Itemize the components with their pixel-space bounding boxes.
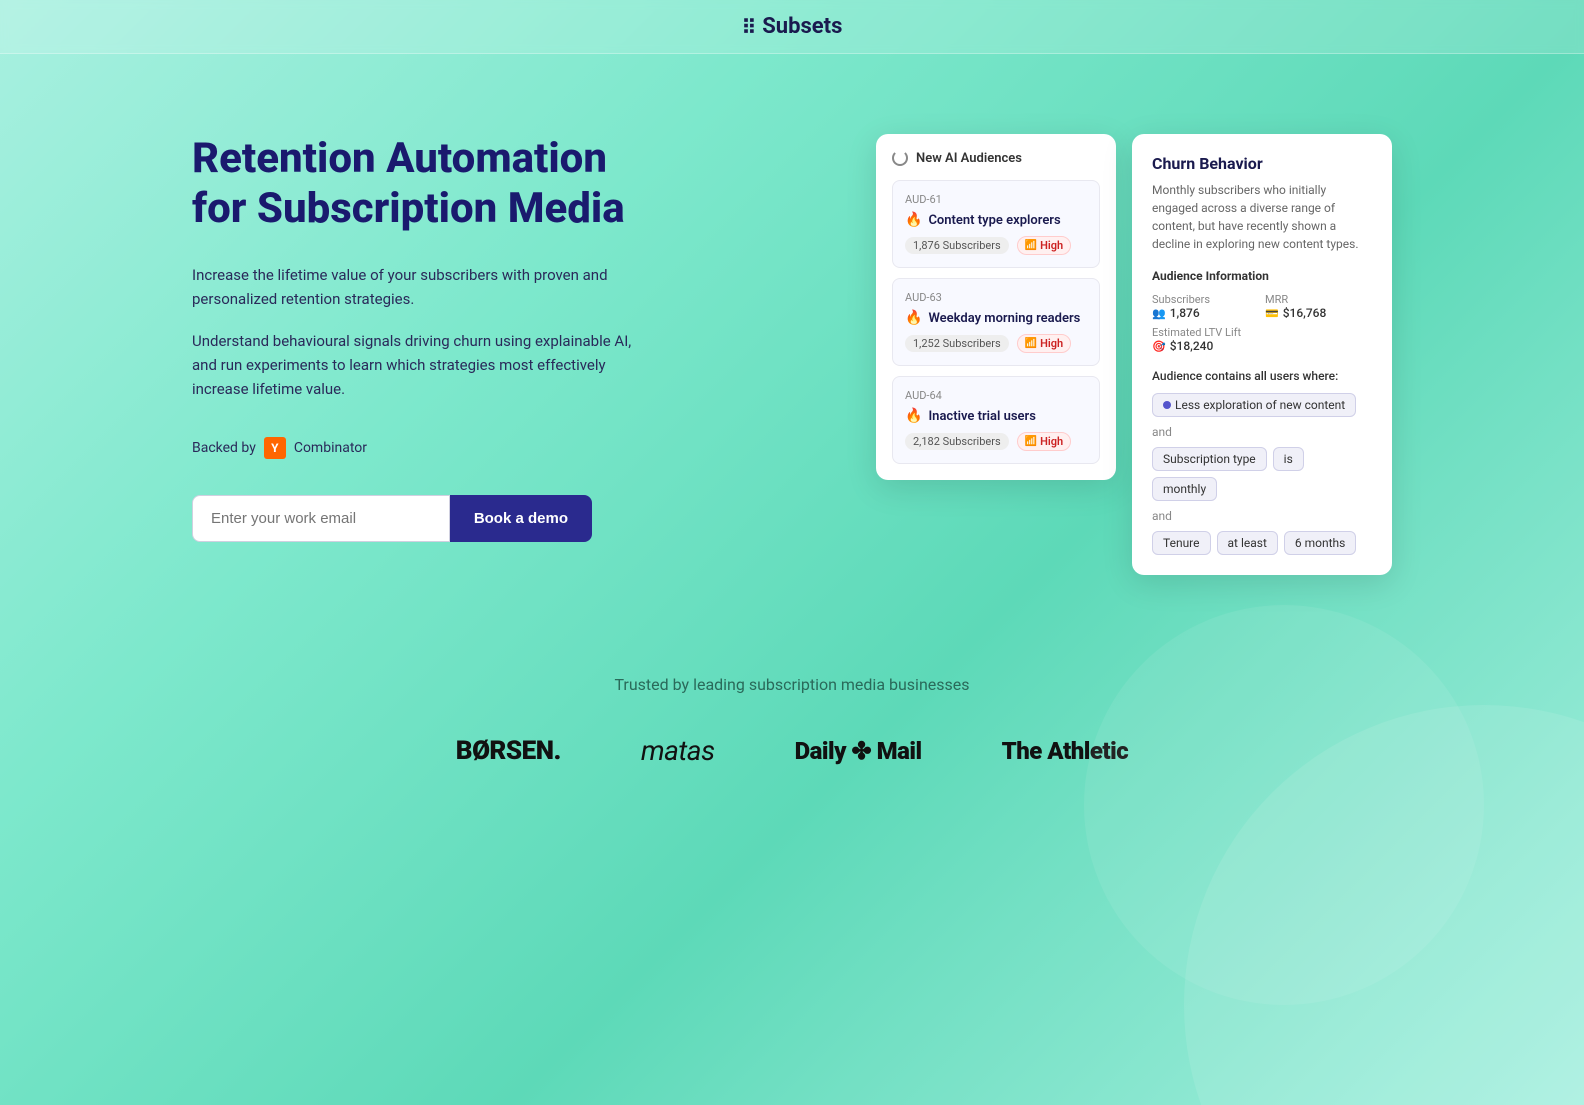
hero-title: Retention Automation for Subscription Me… [192,134,652,235]
trusted-title: Trusted by leading subscription media bu… [0,675,1584,694]
email-form: Book a demo [192,495,592,542]
is-tag: is [1273,447,1304,471]
churn-title: Churn Behavior [1152,154,1372,173]
filter-chip-text: Less exploration of new content [1175,398,1345,412]
at-least-tag: at least [1217,531,1278,555]
audience-panel: New AI Audiences AUD-61 🔥 Content type e… [876,134,1116,480]
monthly-tag: monthly [1152,477,1217,501]
logo[interactable]: ⠿ Subsets [742,14,843,39]
audience-panel-title: New AI Audiences [916,151,1022,166]
info-label-mrr: MRR 💳 $16,768 [1265,293,1372,320]
subscribers-badge-2: 1,252 Subscribers [905,335,1009,352]
signal-icon-1: 📶 [1025,240,1037,251]
daily-mail-logo: Daily ✤ Mail [795,737,922,765]
audience-card-2[interactable]: AUD-63 🔥 Weekday morning readers 1,252 S… [892,278,1100,366]
audience-card-1[interactable]: AUD-61 🔥 Content type explorers 1,876 Su… [892,180,1100,268]
trusted-section: Trusted by leading subscription media bu… [0,635,1584,787]
ltv-value: $18,240 [1170,339,1214,353]
ltv-icon: 🎯 [1152,340,1166,353]
and-connector-2: and [1152,509,1372,523]
logos-row: BØRSEN. matas Daily ✤ Mail The Athletic [0,734,1584,767]
months-tag: 6 months [1284,531,1356,555]
hero-right: New AI Audiences AUD-61 🔥 Content type e… [692,134,1392,575]
logo-text: Subsets [762,14,842,39]
card-title-row-2: 🔥 Weekday morning readers [905,310,1087,326]
card-title-3: Inactive trial users [928,409,1035,424]
high-badge-1: 📶 High [1017,236,1072,255]
header: ⠿ Subsets [0,0,1584,54]
subscribers-icon: 👥 [1152,307,1166,320]
mrr-icon: 💳 [1265,307,1279,320]
signal-icon-2: 📶 [1025,338,1037,349]
filter-row-subscription: Subscription type is monthly [1152,447,1372,501]
fire-icon-1: 🔥 [905,212,922,228]
audience-card-3[interactable]: AUD-64 🔥 Inactive trial users 2,182 Subs… [892,376,1100,464]
tenure-tag: Tenure [1152,531,1211,555]
audience-info-title: Audience Information [1152,269,1372,283]
high-badge-3: 📶 High [1017,432,1072,451]
card-title-2: Weekday morning readers [928,311,1080,326]
card-title-1: Content type explorers [928,213,1060,228]
mrr-value: $16,768 [1283,306,1327,320]
the-athletic-logo: The Athletic [1002,737,1129,765]
audience-panel-header: New AI Audiences [892,150,1100,166]
filter-dot [1163,401,1171,409]
fire-icon-3: 🔥 [905,408,922,424]
combinator-label: Combinator [294,440,367,456]
info-label-subscribers: Subscribers 👥 1,876 [1152,293,1259,320]
borsen-logo: BØRSEN. [456,736,561,766]
high-badge-2: 📶 High [1017,334,1072,353]
card-meta-3: 2,182 Subscribers 📶 High [905,432,1087,451]
audience-contains-title: Audience contains all users where: [1152,369,1372,383]
subscribers-badge-3: 2,182 Subscribers [905,433,1009,450]
card-meta-2: 1,252 Subscribers 📶 High [905,334,1087,353]
card-id-3: AUD-64 [905,389,1087,402]
churn-description: Monthly subscribers who initially engage… [1152,181,1372,253]
card-id-1: AUD-61 [905,193,1087,206]
backed-by-label: Backed by [192,440,256,456]
backed-by: Backed by Y Combinator [192,437,652,459]
risk-label-2: High [1040,337,1063,350]
card-id-2: AUD-63 [905,291,1087,304]
risk-label-1: High [1040,239,1063,252]
fire-icon-2: 🔥 [905,310,922,326]
book-demo-button[interactable]: Book a demo [450,495,592,542]
matas-logo: matas [641,734,715,767]
hero-description-2: Understand behavioural signals driving c… [192,329,652,401]
info-grid: Subscribers 👥 1,876 MRR 💳 $16,768 Estima… [1152,293,1372,353]
yc-badge: Y [264,437,286,459]
churn-panel: Churn Behavior Monthly subscribers who i… [1132,134,1392,575]
card-title-row-3: 🔥 Inactive trial users [905,408,1087,424]
and-connector-1: and [1152,425,1372,439]
filter-row-tenure: Tenure at least 6 months [1152,531,1372,555]
card-title-row-1: 🔥 Content type explorers [905,212,1087,228]
subscribers-value: 1,876 [1170,306,1200,320]
hero-section: Retention Automation for Subscription Me… [92,54,1492,635]
ai-spinner-icon [892,150,908,166]
logo-icon: ⠿ [742,15,757,39]
signal-icon-3: 📶 [1025,436,1037,447]
filter-chip-exploration: Less exploration of new content [1152,393,1356,417]
risk-label-3: High [1040,435,1063,448]
hero-description-1: Increase the lifetime value of your subs… [192,263,652,311]
card-meta-1: 1,876 Subscribers 📶 High [905,236,1087,255]
email-input[interactable] [192,495,450,542]
subscription-type-tag: Subscription type [1152,447,1267,471]
info-label-ltv: Estimated LTV Lift 🎯 $18,240 [1152,326,1372,353]
subscribers-badge-1: 1,876 Subscribers [905,237,1009,254]
hero-left: Retention Automation for Subscription Me… [192,134,652,542]
